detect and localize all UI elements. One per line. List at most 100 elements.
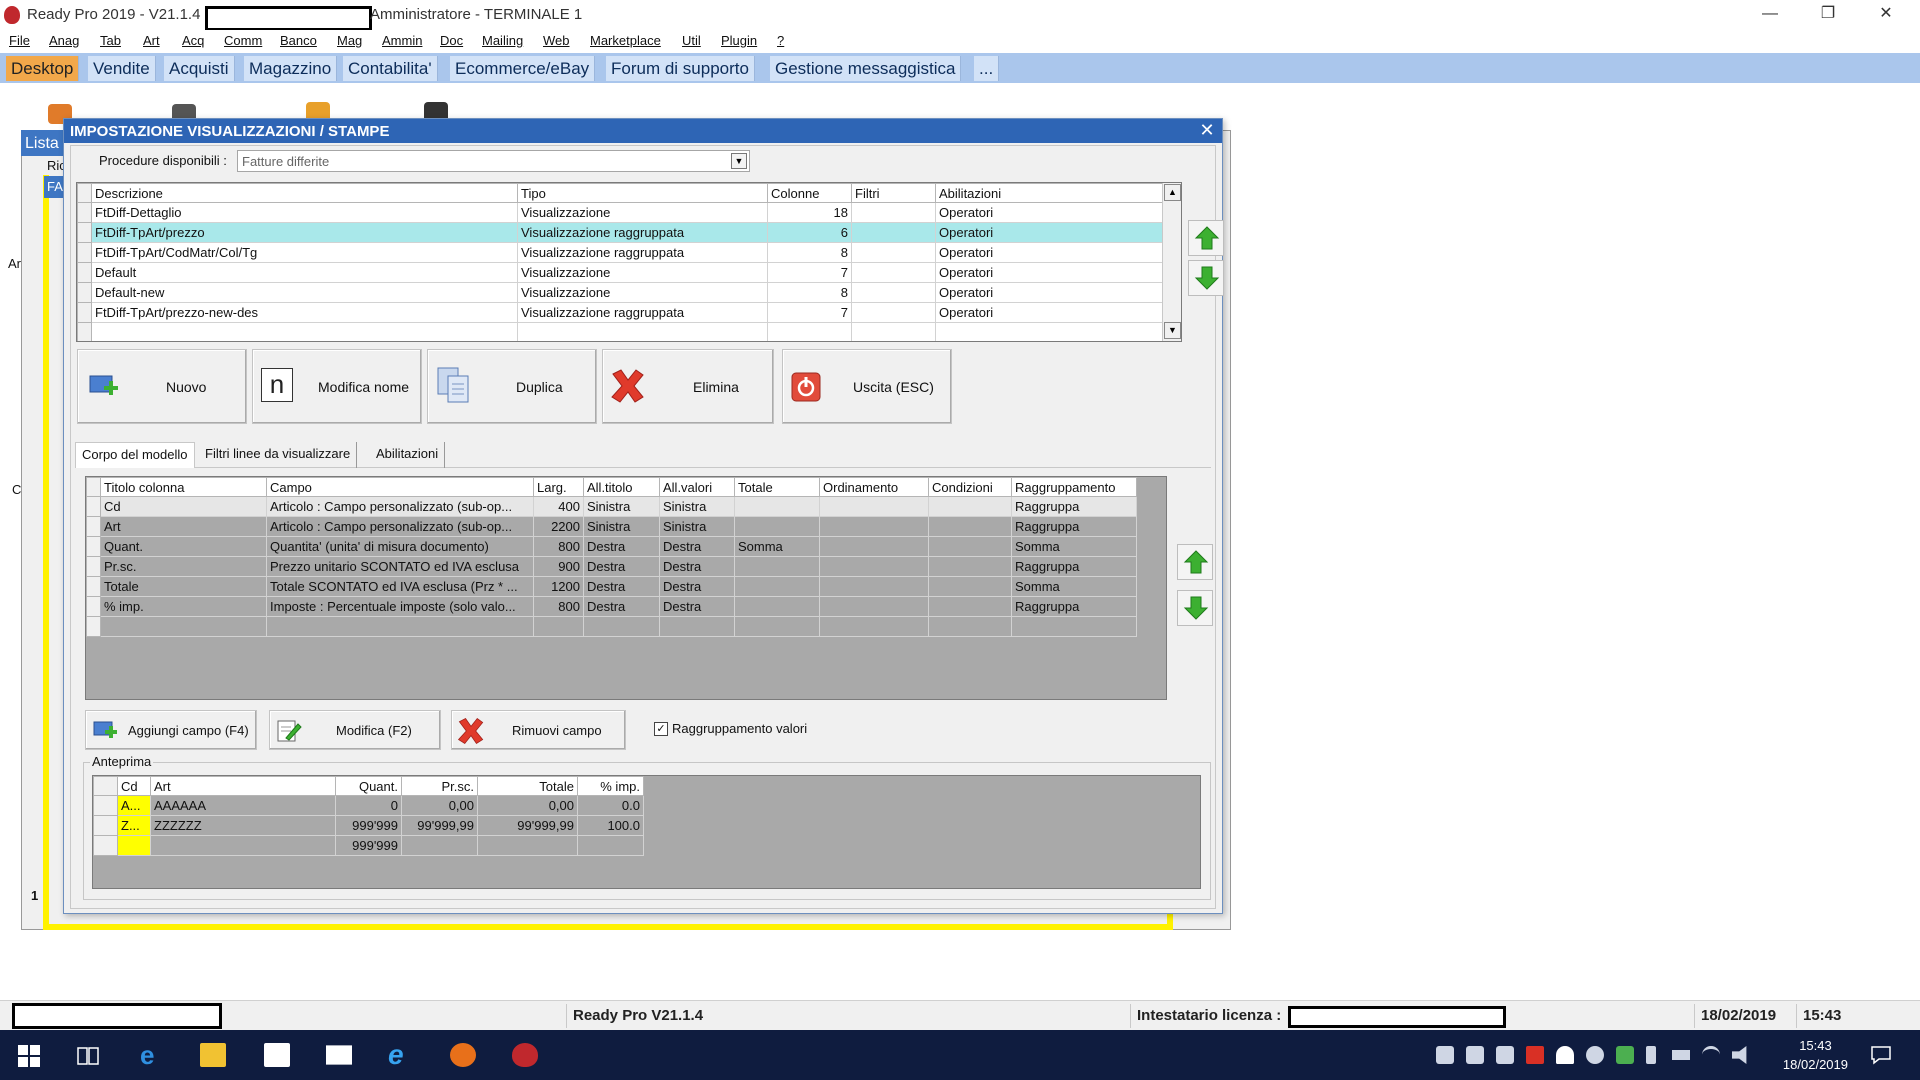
maximize-button[interactable]: ❐ <box>1800 0 1856 30</box>
cell-colonne[interactable]: 6 <box>767 222 852 243</box>
column-header-abilitazioni[interactable]: Abilitazioni <box>935 183 1163 203</box>
cell-raggruppamento[interactable]: Raggruppa <box>1011 556 1137 577</box>
cell-campo[interactable]: Imposte : Percentuale imposte (solo valo… <box>266 596 534 617</box>
cell-descrizione[interactable]: Default-new <box>91 282 518 303</box>
cell-abilitazioni[interactable]: Operatori <box>935 282 1163 303</box>
duplica-button[interactable]: Duplica <box>427 349 597 424</box>
tab-magazzino[interactable]: Magazzino <box>244 56 338 81</box>
cell-condizioni[interactable] <box>928 496 1012 517</box>
column-header-campo[interactable]: Campo <box>266 477 534 497</box>
cell-totale[interactable] <box>734 596 820 617</box>
menu-util[interactable]: Util <box>682 33 701 48</box>
column-header-raggruppamento[interactable]: Raggruppamento <box>1011 477 1137 497</box>
menu-anag[interactable]: Anag <box>49 33 79 48</box>
cell-raggruppamento[interactable]: Raggruppa <box>1011 496 1137 517</box>
taskbar-clock[interactable]: 15:43 18/02/2019 <box>1783 1036 1848 1074</box>
cell-allvalori[interactable]: Destra <box>659 556 735 577</box>
dialog-close-button[interactable]: ✕ <box>1198 121 1216 139</box>
tab-acquisti[interactable]: Acquisti <box>164 56 235 81</box>
column-header-filtri[interactable]: Filtri <box>851 183 936 203</box>
tray-shield-icon[interactable] <box>1556 1046 1574 1064</box>
cell-allvalori[interactable]: Destra <box>659 536 735 557</box>
table-row[interactable]: Pr.sc. Prezzo unitario SCONTATO ed IVA e… <box>86 556 1137 577</box>
table-row[interactable]: Quant. Quantita' (unita' di misura docum… <box>86 536 1137 557</box>
cell-alltitolo[interactable]: Destra <box>583 556 660 577</box>
column-header-descrizione[interactable]: Descrizione <box>91 183 518 203</box>
cell-ordinamento[interactable] <box>819 516 929 537</box>
column-header-condizioni[interactable]: Condizioni <box>928 477 1012 497</box>
cell-abilitazioni[interactable]: Operatori <box>935 242 1163 263</box>
windows-start-icon[interactable] <box>18 1045 40 1067</box>
cell-colonne[interactable]: 18 <box>767 202 852 223</box>
column-header-larg[interactable]: Larg. <box>533 477 584 497</box>
move-field-up-button[interactable] <box>1177 544 1213 580</box>
move-field-down-button[interactable] <box>1177 590 1213 626</box>
cell-condizioni[interactable] <box>928 596 1012 617</box>
cell-ordinamento[interactable] <box>819 576 929 597</box>
modifica-nome-button[interactable]: n Modifica nome <box>252 349 422 424</box>
cell-larg[interactable]: 1200 <box>533 576 584 597</box>
elimina-button[interactable]: Elimina <box>602 349 774 424</box>
cell-totale[interactable] <box>734 516 820 537</box>
tab-desktop[interactable]: Desktop <box>6 56 80 81</box>
cell-campo[interactable]: Articolo : Campo personalizzato (sub-op.… <box>266 516 534 537</box>
cell-abilitazioni[interactable]: Operatori <box>935 302 1163 323</box>
file-explorer-icon[interactable] <box>200 1043 226 1067</box>
cell-descrizione[interactable]: FtDiff-TpArt/prezzo-new-des <box>91 302 518 323</box>
column-header-colonne[interactable]: Colonne <box>767 183 852 203</box>
tab-contabilita[interactable]: Contabilita' <box>343 56 438 81</box>
cell-condizioni[interactable] <box>928 516 1012 537</box>
cell-empty[interactable] <box>266 616 534 637</box>
cell-raggruppamento[interactable]: Raggruppa <box>1011 516 1137 537</box>
tab-more[interactable]: ... <box>974 56 1000 81</box>
cell-allvalori[interactable]: Destra <box>659 576 735 597</box>
tab-vendite[interactable]: Vendite <box>88 56 156 81</box>
cell-descrizione[interactable]: FtDiff-TpArt/prezzo <box>91 222 518 243</box>
store-icon[interactable] <box>264 1043 290 1067</box>
column-header-totale[interactable]: Totale <box>734 477 820 497</box>
tray-app-icon[interactable] <box>1436 1046 1454 1064</box>
scroll-up-icon[interactable]: ▲ <box>1164 184 1181 201</box>
cell-abilitazioni[interactable]: Operatori <box>935 262 1163 283</box>
cell-descrizione[interactable]: FtDiff-Dettaglio <box>91 202 518 223</box>
tab-forum-supporto[interactable]: Forum di supporto <box>606 56 755 81</box>
onedrive-icon[interactable] <box>1586 1046 1604 1064</box>
table-row-selected[interactable]: Cd Articolo : Campo personalizzato (sub-… <box>86 496 1137 517</box>
cell-empty[interactable] <box>91 322 518 341</box>
nuovo-button[interactable]: Nuovo <box>77 349 247 424</box>
cell-filtri[interactable] <box>851 202 936 223</box>
cell-ordinamento[interactable] <box>819 596 929 617</box>
cell-campo[interactable]: Articolo : Campo personalizzato (sub-op.… <box>266 496 534 517</box>
raggruppamento-valori-checkbox[interactable]: ✓ <box>654 722 668 736</box>
cell-filtri[interactable] <box>851 222 936 243</box>
cell-colonne[interactable]: 8 <box>767 242 852 263</box>
cell-campo[interactable]: Quantita' (unita' di misura documento) <box>266 536 534 557</box>
usb-icon[interactable] <box>1646 1046 1656 1064</box>
battery-icon[interactable] <box>1672 1050 1690 1060</box>
cell-titolo[interactable]: Cd <box>100 496 267 517</box>
menu-plugin[interactable]: Plugin <box>721 33 757 48</box>
cell-condizioni[interactable] <box>928 536 1012 557</box>
menu-acq[interactable]: Acq <box>182 33 204 48</box>
cell-condizioni[interactable] <box>928 556 1012 577</box>
tab-gestione-messaggistica[interactable]: Gestione messaggistica <box>770 56 962 81</box>
menu-mailing[interactable]: Mailing <box>482 33 523 48</box>
table-row[interactable]: % imp. Imposte : Percentuale imposte (so… <box>86 596 1137 617</box>
menu-art[interactable]: Art <box>143 33 160 48</box>
cell-tipo[interactable]: Visualizzazione raggruppata <box>517 302 768 323</box>
cell-tipo[interactable]: Visualizzazione <box>517 202 768 223</box>
mail-icon[interactable] <box>326 1045 352 1065</box>
table-row[interactable]: FtDiff-TpArt/prezzo-new-des Visualizzazi… <box>77 302 1163 323</box>
move-view-down-button[interactable] <box>1188 260 1224 296</box>
tab-ecommerce-ebay[interactable]: Ecommerce/eBay <box>450 56 596 81</box>
cell-larg[interactable]: 800 <box>533 536 584 557</box>
cell-empty[interactable] <box>583 616 660 637</box>
cell-titolo[interactable]: Pr.sc. <box>100 556 267 577</box>
cell-campo[interactable]: Prezzo unitario SCONTATO ed IVA esclusa <box>266 556 534 577</box>
cell-tipo[interactable]: Visualizzazione raggruppata <box>517 242 768 263</box>
cell-abilitazioni[interactable]: Operatori <box>935 222 1163 243</box>
cell-filtri[interactable] <box>851 282 936 303</box>
table-row-empty[interactable] <box>86 616 1137 637</box>
cell-allvalori[interactable]: Sinistra <box>659 496 735 517</box>
internet-explorer-icon[interactable]: e <box>388 1041 414 1069</box>
